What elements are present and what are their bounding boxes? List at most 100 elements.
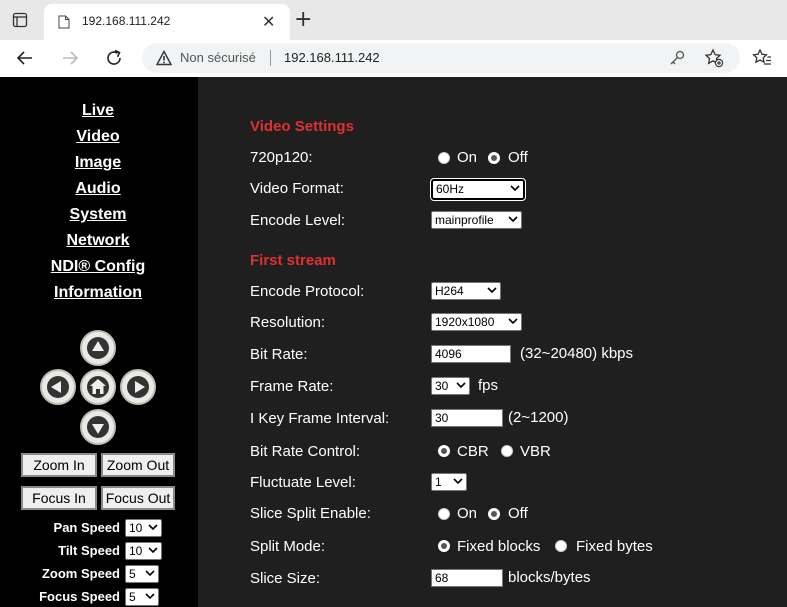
vbr-label: VBR [520, 443, 551, 460]
video-format-value: 60Hz [436, 182, 465, 196]
nav-audio[interactable]: Audio [0, 180, 196, 198]
i-key-frame-interval-range: (2~1200) [508, 409, 569, 426]
focus-in-button[interactable]: Focus In [21, 486, 97, 510]
favorites-icon[interactable] [752, 48, 772, 68]
frame-rate-value: 30 [435, 379, 449, 393]
split-mode-label: Split Mode: [250, 538, 326, 555]
first-stream-heading: First stream [250, 252, 336, 269]
url-text[interactable]: 192.168.111.242 [284, 50, 380, 65]
720p120-on-radio[interactable] [438, 152, 450, 164]
arrow-right-icon [127, 376, 149, 398]
fixed-blocks-label: Fixed blocks [457, 538, 541, 555]
nav-information[interactable]: Information [0, 284, 196, 302]
chevron-down-icon [510, 185, 520, 192]
reload-icon[interactable] [103, 47, 125, 69]
chevron-down-icon [456, 382, 466, 389]
back-icon[interactable] [14, 47, 36, 69]
encode-protocol-select[interactable]: H264 [431, 282, 501, 300]
browser-tab-bar: 192.168.111.242 ✕ + [0, 0, 787, 40]
pan-speed-label: Pan Speed [53, 520, 120, 535]
nav-ndi-config[interactable]: NDI® Config [0, 258, 196, 276]
bit-rate-input[interactable]: 4096 [431, 345, 511, 363]
window-menu-icon[interactable] [12, 12, 28, 28]
pan-left-button[interactable] [40, 369, 76, 405]
720p120-off-radio[interactable] [488, 152, 500, 164]
focus-out-button[interactable]: Focus Out [101, 486, 175, 510]
forward-icon[interactable] [59, 47, 81, 69]
pan-speed-select[interactable]: 10 [125, 519, 162, 537]
resolution-label: Resolution: [250, 314, 326, 331]
chevron-down-icon [508, 318, 518, 325]
slice-split-off-radio[interactable] [488, 508, 500, 520]
camera-web-page: Live Video Image Audio System Network ND… [0, 77, 787, 607]
warning-icon [156, 50, 172, 66]
nav-image[interactable]: Image [0, 154, 196, 172]
home-button[interactable] [80, 369, 116, 405]
zoom-speed-label: Zoom Speed [41, 566, 120, 581]
720p120-label: 720p120: [250, 149, 313, 166]
tilt-up-button[interactable] [80, 330, 116, 366]
720p120-on-label: On [457, 149, 478, 166]
chevron-down-icon [508, 216, 518, 223]
slice-split-enable-label: Slice Split Enable: [250, 505, 371, 522]
720p120-off-label: Off [508, 149, 528, 166]
resolution-select[interactable]: 1920x1080 [431, 313, 522, 331]
bit-rate-range: (32~20480) kbps [520, 345, 633, 362]
zoom-speed-value: 5 [129, 567, 136, 581]
key-icon[interactable] [668, 49, 686, 67]
chevron-down-icon [453, 478, 463, 485]
pan-speed-value: 10 [129, 521, 143, 535]
browser-toolbar: Non sécurisé 192.168.111.242 [0, 40, 787, 78]
chevron-down-icon [148, 547, 158, 554]
focus-speed-value: 5 [129, 590, 136, 604]
frame-rate-select[interactable]: 30 [431, 377, 470, 395]
cbr-label: CBR [457, 443, 489, 460]
pan-right-button[interactable] [120, 369, 156, 405]
slice-split-off-label: Off [508, 505, 528, 522]
sidebar: Live Video Image Audio System Network ND… [0, 77, 198, 607]
zoom-out-button[interactable]: Zoom Out [101, 453, 175, 477]
video-format-select[interactable]: 60Hz [431, 179, 525, 200]
cbr-radio[interactable] [438, 445, 450, 457]
nav-network[interactable]: Network [0, 232, 196, 250]
security-status[interactable]: Non sécurisé [180, 50, 256, 65]
chevron-down-icon [145, 593, 155, 600]
tab-title: 192.168.111.242 [82, 14, 171, 28]
zoom-in-button[interactable]: Zoom In [21, 453, 97, 477]
fixed-bytes-label: Fixed bytes [576, 538, 653, 555]
add-favorite-icon[interactable] [704, 48, 724, 68]
vbr-radio[interactable] [501, 445, 513, 457]
i-key-frame-interval-input[interactable]: 30 [431, 409, 503, 427]
address-bar[interactable]: Non sécurisé 192.168.111.242 [142, 43, 740, 73]
browser-tab[interactable]: 192.168.111.242 ✕ [44, 4, 290, 40]
slice-split-on-radio[interactable] [438, 508, 450, 520]
i-key-frame-interval-label: I Key Frame Interval: [250, 410, 390, 427]
frame-rate-label: Frame Rate: [250, 378, 334, 395]
fixed-bytes-radio[interactable] [555, 540, 567, 552]
tilt-speed-select[interactable]: 10 [125, 542, 162, 560]
chevron-down-icon [487, 287, 497, 294]
slice-size-input[interactable]: 68 [431, 569, 503, 587]
arrow-left-icon [47, 376, 69, 398]
nav-system[interactable]: System [0, 206, 196, 224]
nav-live[interactable]: Live [0, 102, 196, 120]
tilt-speed-value: 10 [129, 544, 143, 558]
close-tab-icon[interactable]: ✕ [262, 12, 275, 32]
video-settings-heading: Video Settings [250, 118, 354, 135]
encode-protocol-label: Encode Protocol: [250, 283, 365, 300]
zoom-speed-select[interactable]: 5 [125, 565, 159, 583]
fluctuate-level-select[interactable]: 1 [431, 473, 467, 491]
nav-video[interactable]: Video [0, 128, 196, 146]
tilt-down-button[interactable] [80, 409, 116, 445]
fixed-blocks-radio[interactable] [438, 540, 450, 552]
focus-speed-select[interactable]: 5 [125, 588, 159, 606]
frame-rate-unit: fps [478, 377, 499, 394]
new-tab-icon[interactable]: + [294, 8, 312, 32]
slice-split-on-label: On [457, 505, 478, 522]
encode-level-select[interactable]: mainprofile [431, 211, 522, 229]
tilt-speed-label: Tilt Speed [58, 543, 120, 558]
settings-panel: Video Settings 720p120: On Off Video For… [198, 77, 787, 607]
page-icon [58, 15, 70, 29]
video-format-label: Video Format: [250, 180, 344, 197]
chevron-down-icon [145, 570, 155, 577]
